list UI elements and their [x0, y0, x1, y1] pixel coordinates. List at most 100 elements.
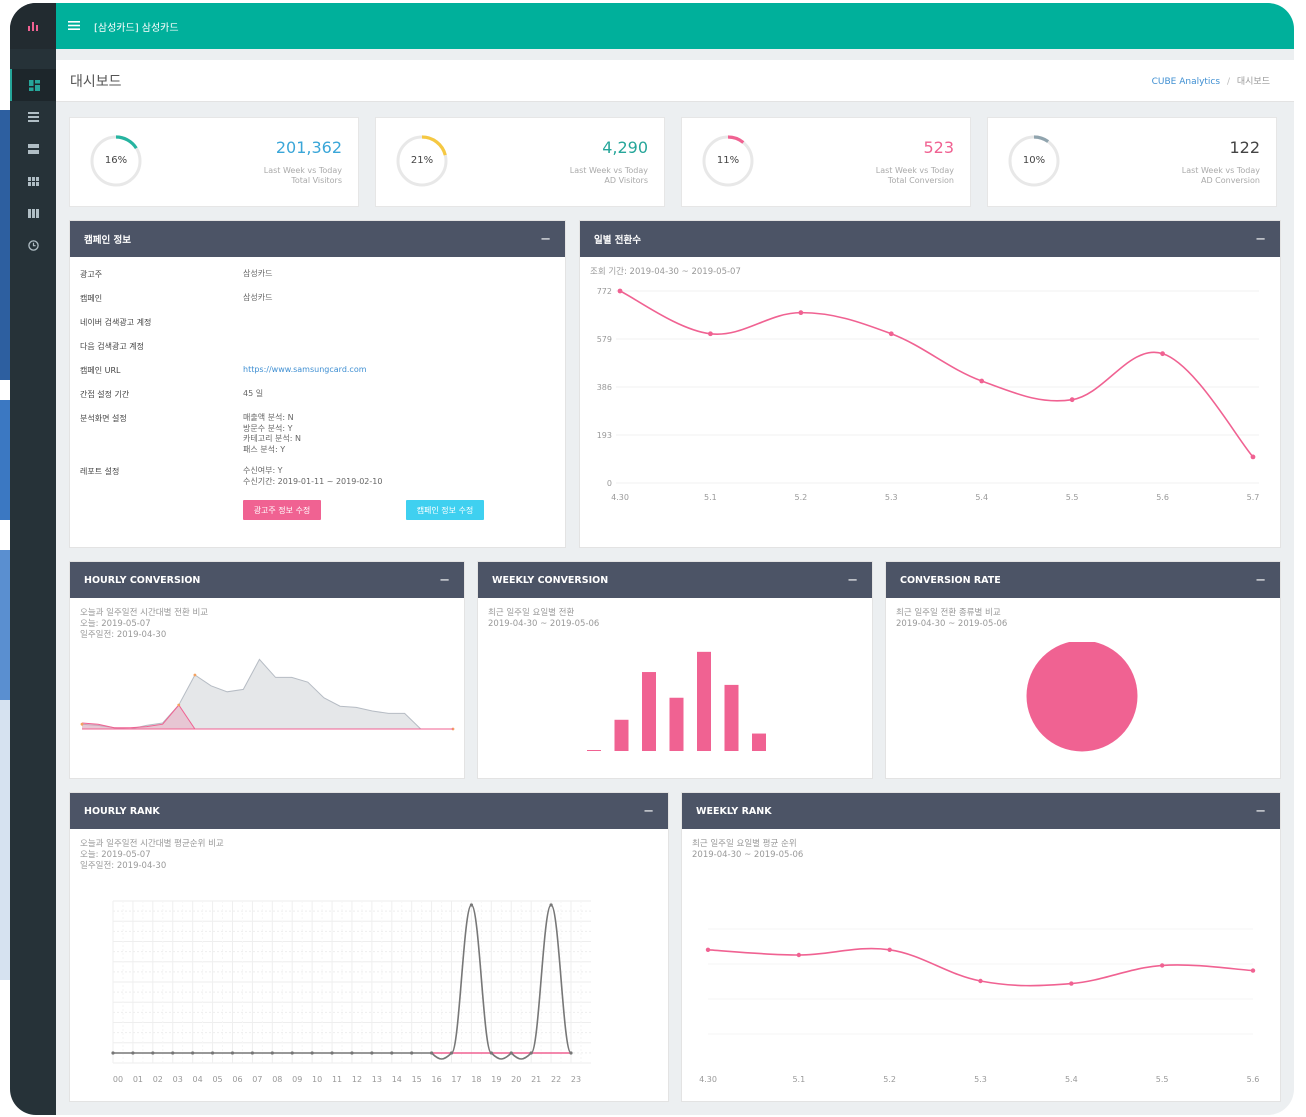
breadcrumb-root-link[interactable]: CUBE Analytics [1152, 77, 1220, 87]
app-window: [삼성카드] 삼성카드 대시보드 CUBE Analytics / 대시보드 1… [10, 3, 1294, 1115]
x-tick-label: 15 [412, 1075, 422, 1084]
data-point [270, 1051, 274, 1055]
x-tick-label: 5.3 [974, 1075, 987, 1084]
stat-sublabel: AD Conversion [1200, 176, 1260, 185]
x-tick-label: 09 [292, 1075, 302, 1084]
dashboard-icon[interactable] [10, 69, 56, 101]
data-point [390, 1051, 394, 1055]
y-tick-label: 386 [597, 383, 612, 392]
x-tick-label: 5.6 [1247, 1075, 1260, 1084]
panel-title: 캠페인 정보 [84, 235, 132, 246]
collapse-icon[interactable]: − [847, 573, 858, 588]
info-value-line: 수신기간: 2019-01-11 ~ 2019-02-10 [243, 476, 383, 486]
subtitle-line: 최근 일주일 전환 종류별 비교 [896, 608, 1001, 618]
data-point [509, 1051, 513, 1055]
x-tick-label: 03 [173, 1075, 183, 1084]
stat-card-ad-visitors: 21% 4,290 Last Week vs Today AD Visitors [375, 117, 665, 207]
server-icon[interactable] [10, 133, 56, 165]
panel-header: CONVERSION RATE − [886, 562, 1280, 598]
data-point [617, 288, 623, 294]
x-tick-label: 06 [232, 1075, 242, 1084]
x-tick-label: 5.3 [885, 493, 898, 502]
edit-advertiser-button[interactable]: 광고주 정보 수정 [243, 500, 321, 520]
data-point [569, 1051, 573, 1055]
subtitle-line: 일주일전: 2019-04-30 [80, 630, 167, 640]
grid-icon[interactable] [10, 165, 56, 197]
info-value: 삼성카드 [243, 269, 543, 280]
breadcrumb-separator: / [1226, 77, 1230, 87]
data-point [111, 1051, 115, 1055]
stat-value: 201,362 [275, 138, 342, 157]
x-tick-label: 5.1 [704, 493, 717, 502]
x-tick-label: 22 [551, 1075, 561, 1084]
x-tick-label: 5.1 [792, 1075, 805, 1084]
panel-title: HOURLY RANK [84, 805, 160, 817]
data-point [151, 1051, 155, 1055]
info-value: 45 일 [243, 389, 543, 400]
panel-subtitle: 오늘과 일주일전 시간대별 평균순위 비교 오늘: 2019-05-07 일주일… [70, 829, 668, 872]
collapse-icon[interactable]: − [1255, 232, 1266, 247]
data-point [1159, 963, 1165, 968]
collapse-icon[interactable]: − [643, 804, 654, 819]
data-point [230, 1051, 235, 1055]
data-point [310, 1051, 314, 1055]
collapse-icon[interactable]: − [540, 232, 551, 247]
data-point [210, 1051, 215, 1055]
stat-label: Last Week vs Today [875, 166, 954, 175]
data-point [1069, 397, 1075, 403]
info-value-line: 삼성카드 [243, 293, 273, 302]
edit-campaign-button[interactable]: 캠페인 정보 수정 [406, 500, 484, 520]
bar [752, 733, 766, 751]
data-point [449, 1051, 454, 1055]
panel-title: CONVERSION RATE [900, 574, 1001, 586]
list-icon[interactable] [10, 101, 56, 133]
info-label: 분석화면 설정 [80, 414, 127, 423]
data-point [330, 1051, 334, 1055]
x-tick-label: 21 [531, 1075, 541, 1084]
info-value: https://www.samsungcard.com [243, 365, 543, 376]
area-fill [82, 659, 453, 729]
bar [642, 672, 656, 751]
bar-chart-icon[interactable] [10, 3, 56, 49]
x-tick-label: 12 [352, 1075, 362, 1084]
stat-percent: 11% [716, 155, 740, 166]
clock-icon[interactable] [10, 229, 56, 261]
y-tick-label: 579 [597, 335, 612, 344]
x-tick-label: 19 [491, 1075, 501, 1084]
data-point [250, 1051, 254, 1055]
x-tick-label: 5.2 [794, 493, 807, 502]
collapse-icon[interactable]: − [439, 573, 450, 588]
x-tick-label: 01 [133, 1075, 143, 1084]
x-tick-label: 5.4 [975, 493, 988, 502]
data-point [708, 331, 713, 337]
data-point [193, 673, 197, 677]
x-tick-label: 11 [332, 1075, 342, 1084]
info-value: 수신여부: Y 수신기간: 2019-01-11 ~ 2019-02-10 [243, 466, 543, 487]
campaign-info-panel: 캠페인 정보 − 광고주 삼성카드 캠페인 삼성카드 네이버 검색광고 계정 다음 검색광… [69, 220, 566, 548]
x-tick-label: 5.7 [1247, 493, 1260, 502]
panel-subtitle: 최근 일주일 전환 종류별 비교 2019-04-30 ~ 2019-05-06 [886, 598, 1280, 630]
info-label: 간접 설정 기간 [80, 390, 130, 399]
info-label: 캠페인 [80, 294, 103, 303]
columns-icon[interactable] [10, 197, 56, 229]
data-point [887, 947, 892, 952]
collapse-icon[interactable]: − [1255, 804, 1266, 819]
x-tick-label: 10 [312, 1075, 322, 1084]
data-point [1250, 968, 1256, 973]
x-tick-label: 08 [272, 1075, 282, 1084]
campaign-url-link[interactable]: https://www.samsungcard.com [243, 365, 543, 376]
hourly-rank-chart: 00 01 02 03 04 05 06 07 08 09 10 11 12 13 14 15 16 17 18 19… [111, 900, 591, 1084]
panel-header: HOURLY CONVERSION − [70, 562, 464, 598]
daily-conversion-panel: 일별 전환수 − 조회 기간: 2019-04-30 ~ 2019-05-07 … [579, 220, 1281, 548]
x-tick-label: 17 [451, 1075, 461, 1084]
collapse-icon[interactable]: − [1255, 573, 1266, 588]
panel-header: WEEKLY CONVERSION − [478, 562, 872, 598]
data-point [290, 1051, 294, 1055]
stat-card-ad-conversion: 10% 122 Last Week vs Today AD Conversion [987, 117, 1277, 207]
breadcrumb: CUBE Analytics / 대시보드 [1152, 74, 1270, 87]
sidebar [10, 3, 56, 1115]
data-point [177, 703, 181, 707]
data-point [410, 1051, 414, 1055]
hamburger-menu-icon[interactable] [68, 18, 80, 34]
subtitle-line: 오늘: 2019-05-07 [80, 850, 151, 860]
